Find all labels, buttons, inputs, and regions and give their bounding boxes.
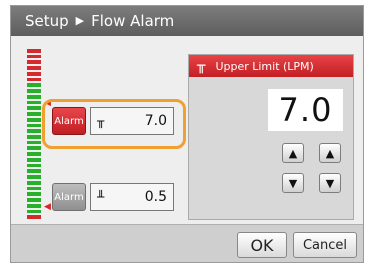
- meter-segment: [27, 106, 41, 111]
- meter-segment: [27, 169, 41, 174]
- flow-level-meter: [27, 49, 41, 220]
- cancel-button[interactable]: Cancel: [293, 232, 357, 258]
- meter-segment: [27, 175, 41, 179]
- meter-segment: [27, 209, 41, 214]
- meter-segment: [27, 140, 41, 145]
- breadcrumb-arrow-icon: ▶: [75, 14, 85, 27]
- breadcrumb-flow-alarm: Flow Alarm: [91, 12, 175, 30]
- meter-segment: [27, 112, 41, 116]
- meter-segment: [27, 83, 41, 88]
- limit-value-display: 7.0: [268, 89, 343, 131]
- lower-limit-field[interactable]: ╨ 0.5: [90, 183, 174, 211]
- meter-segment: [27, 198, 41, 202]
- meter-segment: [27, 123, 41, 128]
- action-bar: OK Cancel: [11, 224, 363, 262]
- decrement-ones-button[interactable]: ▼: [282, 173, 304, 193]
- meter-segment: [27, 60, 41, 65]
- ok-button[interactable]: OK: [237, 232, 287, 258]
- meter-segment: [27, 146, 41, 151]
- meter-segment: [27, 71, 41, 76]
- flow-alarm-dialog: Setup ▶ Flow Alarm ◀ ◀ Alarm ╥ 7.0 Alarm…: [10, 5, 364, 263]
- meter-segment: [27, 100, 41, 105]
- meter-segment: [27, 163, 41, 168]
- meter-segment: [27, 117, 41, 122]
- meter-segment: [27, 129, 41, 134]
- content-area: ◀ ◀ Alarm ╥ 7.0 Alarm ╨ 0.5 ╥ Upper Limi…: [11, 36, 363, 224]
- meter-segment: [27, 192, 41, 197]
- lower-alarm-toggle-button[interactable]: Alarm: [52, 183, 86, 211]
- increment-ones-button[interactable]: ▲: [282, 143, 304, 163]
- upper-limit-panel: ╥ Upper Limit (LPM) 7.0 ▲ ▲ ▼ ▼: [188, 54, 354, 220]
- meter-segment: [27, 215, 41, 220]
- meter-segment: [27, 186, 41, 191]
- title-bar: Setup ▶ Flow Alarm: [11, 6, 363, 36]
- meter-segment: [27, 89, 41, 93]
- meter-segment: [27, 66, 41, 70]
- meter-segment: [27, 49, 41, 53]
- lower-limit-marker-icon: ◀: [44, 202, 51, 212]
- lower-alarm-row: Alarm ╨ 0.5: [52, 183, 174, 211]
- meter-segment: [27, 77, 41, 82]
- meter-segment: [27, 157, 41, 162]
- increment-tenths-button[interactable]: ▲: [319, 143, 341, 163]
- arrow-down-icon: ▼: [288, 176, 298, 190]
- breadcrumb-setup[interactable]: Setup: [25, 6, 69, 36]
- meter-segment: [27, 180, 41, 185]
- meter-segment: [27, 135, 41, 139]
- meter-segment: [27, 94, 41, 99]
- meter-segment: [27, 203, 41, 208]
- meter-segment: [27, 54, 41, 59]
- lower-limit-value: 0.5: [144, 189, 167, 205]
- decrement-tenths-button[interactable]: ▼: [319, 173, 341, 193]
- arrow-down-icon: ▼: [325, 176, 335, 190]
- arrow-up-icon: ▲: [288, 146, 298, 160]
- upper-limit-header-icon: ╥: [197, 58, 206, 74]
- limit-panel-header: ╥ Upper Limit (LPM): [189, 55, 353, 77]
- arrow-up-icon: ▲: [325, 146, 335, 160]
- lower-limit-icon: ╨: [97, 190, 105, 204]
- selected-field-highlight: [42, 99, 186, 149]
- limit-panel-title: Upper Limit (LPM): [215, 59, 314, 73]
- meter-segment: [27, 152, 41, 156]
